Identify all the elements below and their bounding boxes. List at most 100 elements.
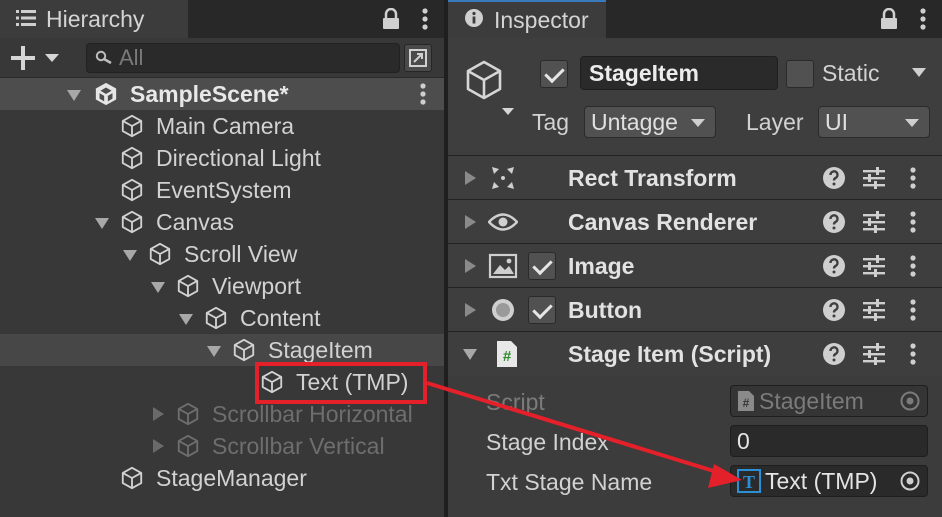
- component-rect-transform[interactable]: Rect Transform: [448, 156, 942, 200]
- scene-kebab-icon[interactable]: [420, 83, 426, 105]
- tree-item-label: Scroll View: [184, 240, 298, 267]
- tree-item-label: StageItem: [268, 336, 373, 363]
- kebab-menu-icon[interactable]: [920, 8, 926, 30]
- presets-icon[interactable]: [862, 167, 886, 189]
- prop-stage-index-label: Stage Index: [486, 428, 609, 455]
- component-image[interactable]: Image: [448, 244, 942, 288]
- tree-item-label: Main Camera: [156, 112, 295, 139]
- tab-inspector-label: Inspector: [494, 6, 589, 33]
- prop-txt-stage-name: Txt Stage Name T Text (TMP): [448, 462, 942, 502]
- inspector-panel: Inspector StageItem Static Tag Untagge L…: [448, 0, 942, 517]
- csharp-script-icon: #: [738, 391, 754, 411]
- tree-item-content[interactable]: Content: [0, 302, 444, 334]
- collapsed-arrow-icon[interactable]: [150, 438, 166, 454]
- prop-stage-index: Stage Index 0: [448, 422, 942, 462]
- collapsed-arrow-icon[interactable]: [462, 302, 478, 318]
- static-checkbox[interactable]: [786, 60, 814, 88]
- expand-arrow-icon[interactable]: [206, 343, 222, 359]
- tree-item-label: Canvas: [156, 208, 234, 235]
- tree-item-label: Viewport: [212, 272, 302, 299]
- hierarchy-search[interactable]: [86, 43, 400, 73]
- image-enabled-checkbox[interactable]: [528, 252, 556, 280]
- lock-icon[interactable]: [382, 8, 400, 30]
- annotation-highlight-box: [255, 362, 427, 404]
- tree-item-label: Directional Light: [156, 144, 321, 171]
- tag-label: Tag: [532, 108, 570, 135]
- gameobject-header: StageItem Static Tag Untagge Layer UI: [448, 38, 942, 156]
- kebab-menu-icon[interactable]: [910, 255, 916, 277]
- svg-text:#: #: [503, 348, 512, 365]
- csharp-script-icon: #: [497, 341, 517, 367]
- collapsed-arrow-icon[interactable]: [462, 258, 478, 274]
- expand-arrow-icon[interactable]: [94, 215, 110, 231]
- component-button[interactable]: Button: [448, 288, 942, 332]
- presets-icon[interactable]: [862, 343, 886, 365]
- txt-stage-name-field[interactable]: T Text (TMP): [730, 465, 928, 497]
- component-title: Stage Item (Script): [568, 340, 772, 367]
- button-enabled-checkbox[interactable]: [528, 296, 556, 324]
- create-button[interactable]: [10, 44, 66, 72]
- script-value: StageItem: [759, 387, 864, 414]
- lock-icon[interactable]: [880, 8, 898, 30]
- search-input[interactable]: [119, 45, 379, 71]
- gameobject-icon: [121, 178, 143, 202]
- tree-item-label: Scrollbar Horizontal: [212, 400, 413, 427]
- expand-arrow-icon[interactable]: [122, 247, 138, 263]
- component-canvas-renderer[interactable]: Canvas Renderer: [448, 200, 942, 244]
- presets-icon[interactable]: [862, 211, 886, 233]
- gameobject-icon: [177, 274, 199, 298]
- scene-visibility-button[interactable]: [404, 44, 432, 72]
- tree-item-scroll-view[interactable]: Scroll View: [0, 238, 444, 270]
- collapsed-arrow-icon[interactable]: [462, 214, 478, 230]
- image-icon: [488, 253, 518, 279]
- tree-item-main-camera[interactable]: Main Camera: [0, 110, 444, 142]
- tag-dropdown[interactable]: Untagge: [584, 106, 716, 138]
- scene-row[interactable]: SampleScene*: [0, 78, 444, 110]
- static-dropdown-icon[interactable]: [912, 68, 926, 77]
- tree-item-viewport[interactable]: Viewport: [0, 270, 444, 302]
- tag-value: Untagge: [591, 108, 678, 135]
- object-picker-icon[interactable]: [899, 470, 921, 492]
- expand-arrow-icon[interactable]: [462, 346, 478, 362]
- unity-scene-icon: [95, 82, 117, 106]
- expand-arrow-icon[interactable]: [178, 311, 194, 327]
- presets-icon[interactable]: [862, 255, 886, 277]
- gameobject-icon[interactable]: [462, 58, 518, 118]
- tree-item-directional-light[interactable]: Directional Light: [0, 142, 444, 174]
- kebab-menu-icon[interactable]: [910, 167, 916, 189]
- tree-item-canvas[interactable]: Canvas: [0, 206, 444, 238]
- tab-hierarchy[interactable]: Hierarchy: [0, 0, 188, 38]
- kebab-menu-icon[interactable]: [910, 299, 916, 321]
- help-icon[interactable]: [822, 166, 846, 190]
- tree-item-scrollbar-vertical[interactable]: Scrollbar Vertical: [0, 430, 444, 462]
- tree-item-label: Content: [240, 304, 321, 331]
- presets-icon[interactable]: [862, 299, 886, 321]
- help-icon[interactable]: [822, 254, 846, 278]
- collapsed-arrow-icon[interactable]: [462, 170, 478, 186]
- expand-arrow-icon[interactable]: [150, 279, 166, 295]
- gameobject-icon: [121, 210, 143, 234]
- active-checkbox[interactable]: [540, 60, 568, 88]
- button-icon: [492, 299, 514, 321]
- stage-index-field[interactable]: 0: [730, 425, 928, 457]
- tab-inspector[interactable]: Inspector: [448, 0, 606, 38]
- object-name-field[interactable]: StageItem: [580, 56, 778, 90]
- svg-text:#: #: [743, 396, 750, 410]
- tab-hierarchy-label: Hierarchy: [46, 5, 145, 32]
- component-stage-item-script[interactable]: # Stage Item (Script): [448, 332, 942, 376]
- list-icon: [16, 6, 36, 33]
- kebab-menu-icon[interactable]: [910, 211, 916, 233]
- kebab-menu-icon[interactable]: [910, 343, 916, 365]
- collapsed-arrow-icon[interactable]: [150, 406, 166, 422]
- component-title: Image: [568, 252, 635, 279]
- kebab-menu-icon[interactable]: [422, 8, 428, 30]
- help-icon[interactable]: [822, 342, 846, 366]
- help-icon[interactable]: [822, 210, 846, 234]
- help-icon[interactable]: [822, 298, 846, 322]
- tree-item-eventsystem[interactable]: EventSystem: [0, 174, 444, 206]
- expand-arrow-icon[interactable]: [66, 87, 82, 103]
- info-icon: [464, 7, 484, 34]
- layer-dropdown[interactable]: UI: [818, 106, 930, 138]
- textmeshpro-icon: T: [737, 469, 761, 493]
- tree-item-stagemanager[interactable]: StageManager: [0, 462, 444, 494]
